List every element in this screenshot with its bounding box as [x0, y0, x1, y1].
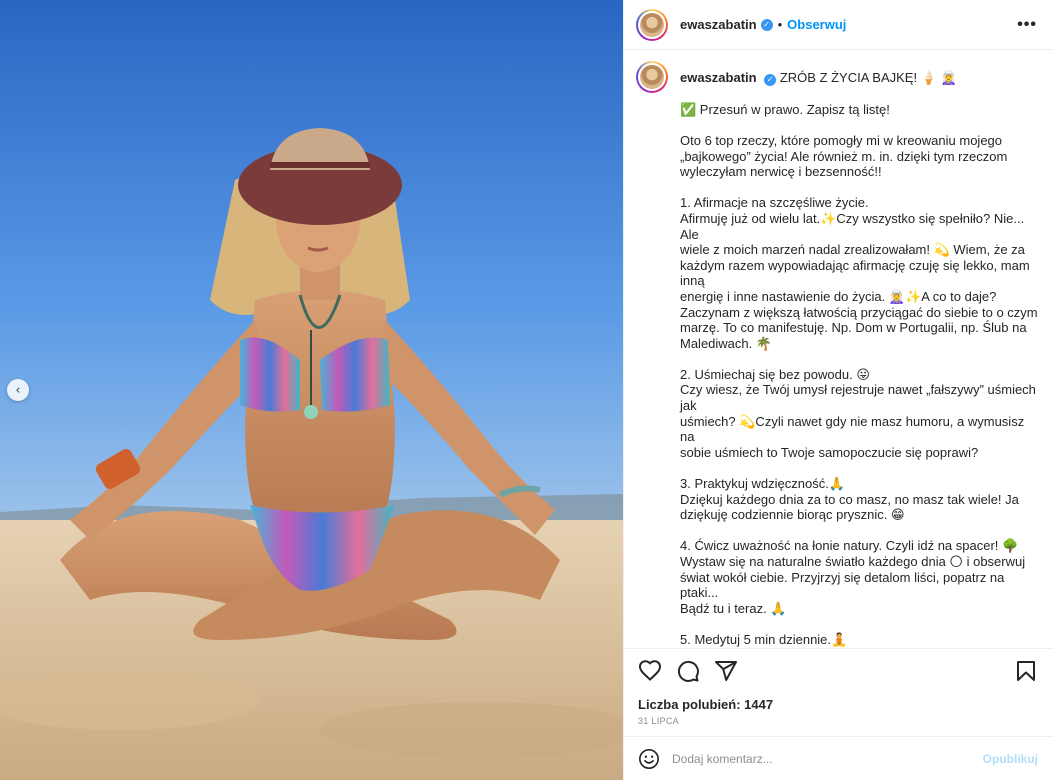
comment-input[interactable]	[672, 751, 983, 766]
post-header: ewaszabatin ✓ • Obserwuj •••	[624, 0, 1053, 50]
caption-line: „bajkowego” życia! Ale również m. in. dz…	[680, 148, 1008, 164]
post-date[interactable]: 31 lipca	[638, 716, 1038, 726]
carousel-prev-button[interactable]: ‹	[7, 379, 29, 401]
post-actions: Liczba polubień: 1447 31 lipca	[624, 648, 1053, 726]
caption-line: Oto 6 top rzeczy, które pomogły mi w kre…	[680, 132, 1003, 148]
caption-text: ✅ Przesuń w prawo. Zapisz tą listę! Oto 6…	[680, 102, 1038, 648]
emoji-icon[interactable]	[638, 748, 660, 770]
caption-line: Bądź tu i teraz. 🙏	[680, 600, 787, 616]
caption-line: marzę. To co manifestuję. Np. Dom w Port…	[680, 320, 1027, 336]
caption-scroll-area[interactable]: ewaszabatin ✓ ZRÓB Z ŻYCIA BAJKĘ! 🍦 🧝‍♀️…	[624, 51, 1053, 648]
caption-title: ZRÓB Z ŻYCIA BAJKĘ! 🍦 🧝‍♀️	[779, 70, 957, 85]
heart-icon[interactable]	[638, 659, 662, 683]
caption-line: wyleczyłam nerwicę i bezsenność!!	[680, 164, 882, 180]
caption-line: sobie uśmiech to Twoje samopoczucie się …	[680, 444, 979, 460]
share-icon[interactable]	[714, 659, 738, 683]
caption-line	[680, 180, 1038, 196]
comment-icon[interactable]	[676, 659, 700, 683]
chevron-left-icon: ‹	[15, 382, 21, 398]
likes-count[interactable]: Liczba polubień: 1447	[638, 697, 1038, 712]
caption-body: ewaszabatin ✓ ZRÓB Z ŻYCIA BAJKĘ! 🍦 🧝‍♀️…	[680, 61, 1038, 648]
follow-button[interactable]: Obserwuj	[787, 17, 846, 32]
separator-dot: •	[777, 17, 783, 32]
caption-line: Czy wiesz, że Twój umysł rejestruje nawe…	[680, 382, 1040, 414]
verified-badge-icon: ✓	[760, 18, 773, 31]
comment-bar: Opublikuj	[624, 736, 1053, 780]
caption-line: Zaczynam z większą łatwością przyciągać …	[680, 304, 1038, 320]
publish-button[interactable]: Opublikuj	[983, 752, 1038, 766]
caption-line: Afirmuję już od wielu lat.✨Czy wszystko …	[680, 210, 1028, 242]
caption-line: Malediwach. 🌴	[680, 335, 773, 351]
caption-line: dziękuję codziennie biorąc prysznic. 😁	[680, 507, 905, 523]
post-sidebar: ewaszabatin ✓ • Obserwuj ••• ewaszabatin…	[623, 0, 1053, 780]
photo-illustration	[0, 0, 623, 780]
caption-line: ✅ Przesuń w prawo. Zapisz tą listę!	[680, 101, 890, 117]
caption-line: Wystaw się na naturalne światło każdego …	[680, 554, 1026, 570]
avatar[interactable]	[636, 8, 668, 41]
caption-line: uśmiech? 💫Czyli nawet gdy nie masz humor…	[680, 413, 1028, 445]
caption-line	[680, 523, 1038, 539]
bookmark-icon[interactable]	[1014, 659, 1038, 683]
caption-line	[680, 460, 1038, 476]
caption-avatar[interactable]	[636, 61, 668, 93]
caption-line: 2. Uśmiechaj się bez powodu. 😛	[680, 366, 870, 382]
username-link[interactable]: ewaszabatin	[680, 17, 757, 32]
caption-username[interactable]: ewaszabatin	[680, 70, 757, 85]
caption-line: 1. Afirmacje na szczęśliwe życie.	[680, 195, 869, 211]
verified-badge-icon: ✓	[764, 73, 777, 86]
caption-line: energię i inne nastawienie do życia. 🧝‍♀…	[680, 288, 997, 304]
caption-line: wiele z moich marzeń nadal zrealizowałam…	[680, 242, 1025, 258]
more-options-icon[interactable]: •••	[1017, 16, 1037, 34]
caption-line	[680, 117, 1038, 133]
caption-line	[680, 616, 1038, 632]
caption-line: Dziękuj każdego dnia za to co masz, no m…	[680, 491, 1019, 507]
caption-line: 4. Ćwicz uważność na łonie natury. Czyli…	[680, 538, 1019, 554]
caption-line: świat wokół ciebie. Przyjrzyj się detalo…	[680, 569, 1009, 601]
caption-line: 3. Praktykuj wdzięczność.🙏	[680, 476, 846, 492]
caption-line: 5. Medytuj 5 min dziennie.🧘	[680, 631, 848, 647]
caption-line	[680, 351, 1038, 367]
caption: ewaszabatin ✓ ZRÓB Z ŻYCIA BAJKĘ! 🍦 🧝‍♀️…	[636, 61, 1038, 648]
caption-line: każdym razem wypowiadając afirmację czuj…	[680, 257, 1034, 289]
post-image[interactable]: ‹	[0, 0, 623, 780]
